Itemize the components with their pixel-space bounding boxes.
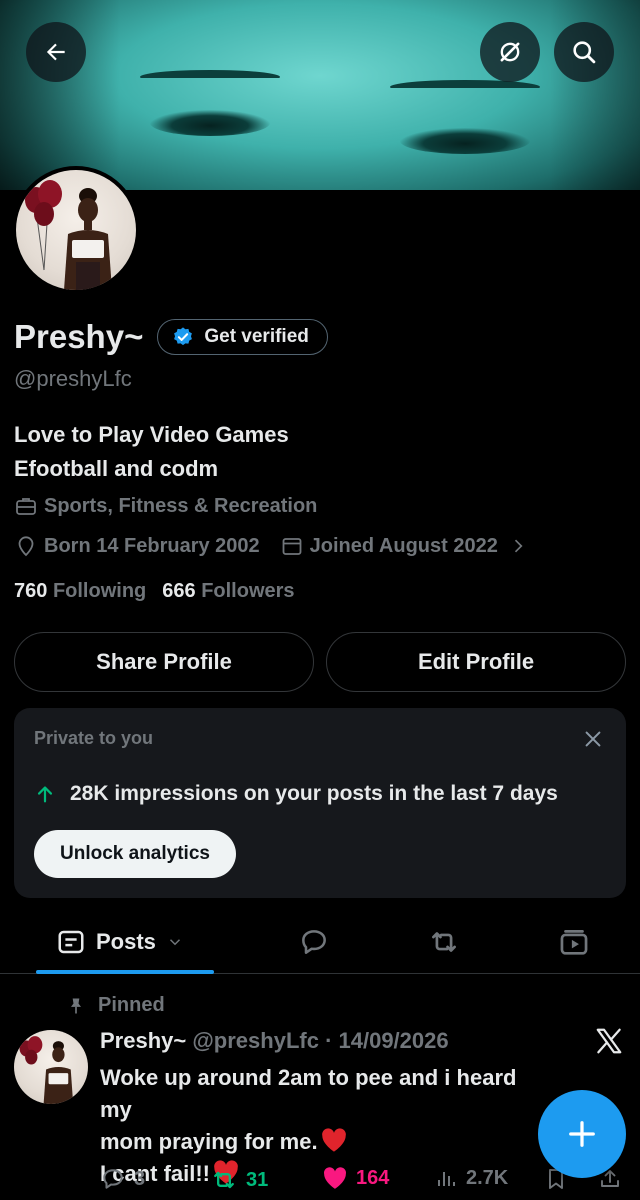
- views-bar-icon: [438, 1172, 455, 1186]
- tab-posts[interactable]: Posts: [36, 910, 214, 974]
- followers-label: Followers: [201, 580, 295, 602]
- post-handle-date: @preshyLfc · 14/09/2026: [192, 1028, 449, 1053]
- share-profile-button[interactable]: Share Profile: [14, 632, 314, 692]
- tab-posts-label: Posts: [96, 929, 156, 954]
- get-verified-label: Get verified: [204, 326, 309, 347]
- share-profile-label: Share Profile: [96, 649, 232, 674]
- repost-button[interactable]: 31: [210, 1166, 268, 1194]
- active-tab-indicator: [36, 970, 214, 974]
- banner-eye: [400, 128, 530, 154]
- follow-counts: 760 Following 666 Followers: [14, 580, 295, 603]
- bio-line: Love to Play Video Games: [14, 422, 289, 447]
- media-icon: [560, 930, 588, 955]
- search-icon: [573, 41, 596, 64]
- profile-meta: Born 14 February 2002 Joined August 2022: [14, 534, 528, 558]
- post-header: Preshy~ @preshyLfc · 14/09/2026: [100, 1028, 449, 1054]
- avatar-illustration: [19, 1036, 74, 1104]
- chevron-down-icon: [169, 939, 180, 946]
- following-count: 760: [14, 580, 48, 602]
- following-label: Following: [52, 580, 147, 602]
- heart-filled-icon: [324, 1167, 347, 1189]
- following-link[interactable]: 760 Following: [14, 580, 146, 603]
- bio-line: Efootball and codm: [14, 456, 219, 481]
- search-button[interactable]: [554, 22, 614, 82]
- followers-link[interactable]: 666 Followers: [162, 580, 294, 603]
- profile-avatar[interactable]: [12, 166, 140, 294]
- like-button[interactable]: 164: [322, 1166, 389, 1190]
- pinned-indicator: Pinned: [66, 994, 165, 1017]
- edit-profile-label: Edit Profile: [417, 649, 535, 674]
- post-avatar[interactable]: [14, 1030, 88, 1104]
- reply-bubble-icon: [302, 930, 326, 954]
- post-line: mom praying for me.: [100, 1129, 318, 1154]
- views-button[interactable]: 2.7K: [434, 1166, 508, 1190]
- views-count: 2.7K: [466, 1166, 509, 1189]
- close-button[interactable]: [578, 724, 608, 754]
- reply-icon: [103, 1169, 123, 1189]
- banner-brow: [390, 80, 540, 94]
- birth-date: Born 14 February 2002: [44, 534, 260, 557]
- profile-tabs: Posts: [0, 910, 640, 974]
- tab-replies[interactable]: [296, 924, 332, 960]
- tab-media[interactable]: [556, 924, 592, 960]
- joined-date: Joined August 2022: [309, 534, 498, 557]
- briefcase-icon: [16, 498, 36, 515]
- red-heart-emoji-icon: [321, 1128, 346, 1152]
- post-line-with-heart: mom praying for me.: [100, 1126, 530, 1158]
- calendar-icon: [282, 538, 302, 555]
- arrow-up-icon: [37, 786, 53, 803]
- get-verified-button[interactable]: Get verified: [157, 319, 328, 355]
- compose-post-button[interactable]: [538, 1090, 626, 1178]
- avatar-illustration: [25, 180, 112, 290]
- location-pin-icon: [18, 536, 34, 557]
- profile-category: Sports, Fitness & Recreation: [14, 494, 317, 518]
- reply-button[interactable]: 3: [100, 1166, 145, 1192]
- close-icon: [585, 731, 601, 747]
- unlock-analytics-button[interactable]: Unlock analytics: [34, 830, 236, 878]
- display-name: Preshy~: [14, 318, 144, 355]
- pin-icon: [71, 998, 81, 1013]
- profile-bio: Love to Play Video Games Efootball and c…: [14, 418, 289, 486]
- profile-banner[interactable]: [0, 0, 640, 190]
- post-line: Woke up around 2am to pee and i heard my: [100, 1065, 517, 1122]
- name-row: Preshy~ Get verified: [14, 318, 328, 356]
- posts-tab-icon: [58, 930, 84, 954]
- back-button[interactable]: [26, 22, 86, 82]
- private-label: Private to you: [34, 728, 154, 748]
- banner-eye: [150, 110, 270, 136]
- post-author[interactable]: Preshy~: [100, 1028, 186, 1053]
- back-arrow-icon: [46, 43, 65, 61]
- tab-reposts[interactable]: [426, 924, 462, 960]
- like-count: 164: [356, 1166, 390, 1189]
- chevron-right-icon[interactable]: [508, 536, 528, 556]
- reply-count: 3: [134, 1167, 146, 1190]
- followers-count: 666: [162, 580, 196, 602]
- category-label: Sports, Fitness & Recreation: [44, 494, 318, 517]
- plus-icon: [569, 1121, 595, 1147]
- profile-handle: @preshyLfc: [14, 366, 132, 391]
- pinned-label: Pinned: [98, 994, 165, 1016]
- grok-icon: [500, 42, 520, 62]
- verified-badge-icon: [174, 327, 193, 346]
- repost-icon: [214, 1171, 234, 1189]
- impressions-stat: 28K impressions on your posts in the las…: [34, 782, 558, 806]
- banner-brow: [140, 70, 280, 84]
- repost-count: 31: [246, 1168, 269, 1191]
- edit-profile-button[interactable]: Edit Profile: [326, 632, 626, 692]
- repost-icon: [432, 932, 456, 952]
- impressions-text: 28K impressions on your posts in the las…: [70, 782, 558, 805]
- x-logo-icon: [596, 1028, 622, 1054]
- grok-button[interactable]: [480, 22, 540, 82]
- avatar-image: [16, 170, 136, 290]
- analytics-card: Private to you 28K impressions on your p…: [14, 708, 626, 898]
